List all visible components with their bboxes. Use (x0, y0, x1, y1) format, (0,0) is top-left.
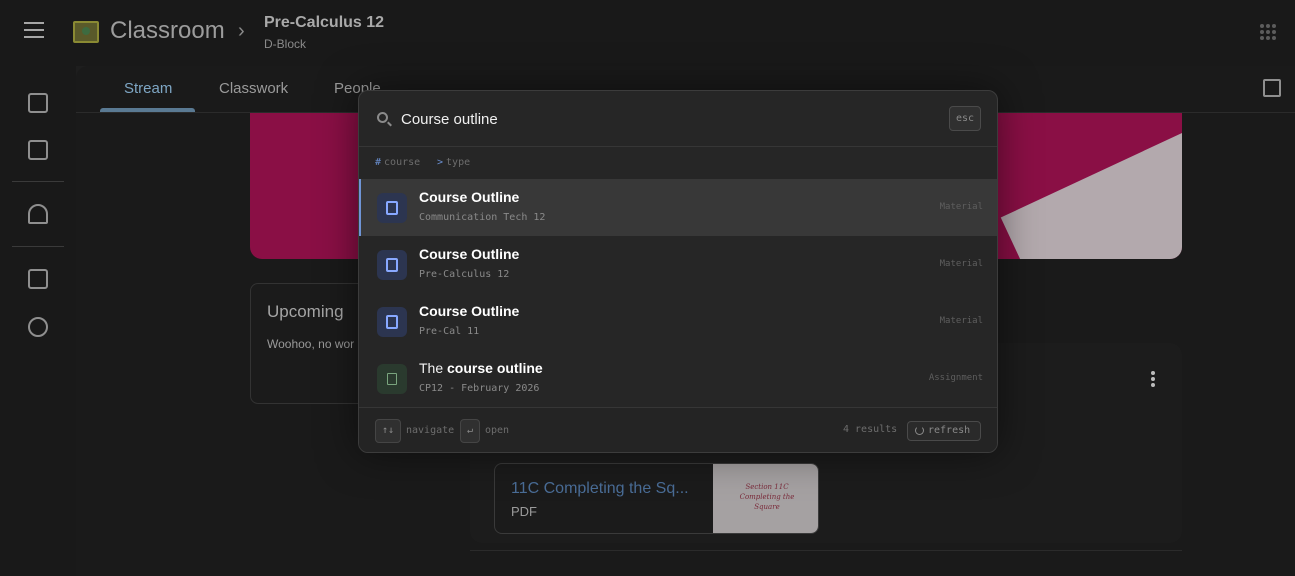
navigate-key-icon: ↑↓ (375, 419, 401, 443)
filter-type[interactable]: > type (437, 157, 470, 168)
material-icon (377, 307, 407, 337)
divider (470, 550, 1182, 551)
result-kind: Material (939, 202, 983, 212)
thumbnail-handwriting: Section 11C Completing the Square (739, 483, 795, 511)
search-result[interactable]: Course Outline Pre-Cal 11 Material (359, 293, 997, 350)
upcoming-text: Woohoo, no wor (267, 337, 355, 351)
calendar-icon[interactable] (28, 140, 48, 160)
attachment-title[interactable]: 11C Completing the Sq... (511, 480, 689, 498)
classroom-app: Classroom › Pre-Calculus 12 D-Block Stre… (0, 0, 1295, 576)
material-icon (377, 193, 407, 223)
calendar-icon[interactable] (1263, 79, 1281, 97)
tab-classwork[interactable]: Classwork (219, 80, 288, 97)
enrolled-icon[interactable] (28, 204, 48, 224)
more-options-icon[interactable] (1151, 371, 1157, 389)
main-menu-icon[interactable] (24, 22, 48, 44)
refresh-button[interactable]: refresh (907, 421, 981, 441)
filter-course[interactable]: # course (375, 157, 420, 168)
attachment-type: PDF (511, 504, 537, 519)
search-icon (377, 112, 388, 123)
search-input[interactable] (401, 108, 941, 130)
refresh-label: refresh (928, 425, 971, 436)
enter-key-icon: ↵ (460, 419, 480, 443)
attachment-card[interactable]: 11C Completing the Sq... PDF Section 11C… (494, 463, 819, 534)
result-course: CP12 - February 2026 (419, 383, 540, 394)
open-hint: open (485, 425, 510, 436)
result-kind: Material (939, 316, 983, 326)
google-apps-icon[interactable] (1260, 24, 1276, 40)
result-title: Course Outline (419, 189, 520, 205)
result-title: Course Outline (419, 303, 520, 319)
course-title[interactable]: Pre-Calculus 12 (264, 14, 384, 32)
search-palette: esc #course >type Course Outline Communi… (358, 90, 998, 453)
esc-button[interactable]: esc (949, 106, 981, 131)
archive-icon[interactable] (28, 269, 48, 289)
settings-icon[interactable] (28, 317, 48, 337)
app-title[interactable]: Classroom (110, 17, 225, 45)
breadcrumb-chevron-icon: › (238, 20, 245, 42)
result-kind: Assignment (928, 373, 983, 383)
refresh-icon (915, 426, 924, 435)
classroom-logo-icon[interactable] (73, 21, 99, 43)
palette-footer: ↑↓ navigate ↵ open 4 results refresh (359, 407, 997, 452)
active-tab-indicator (100, 108, 195, 112)
sidebar (0, 66, 76, 576)
material-icon (377, 250, 407, 280)
result-course: Communication Tech 12 (419, 212, 546, 223)
home-icon[interactable] (28, 93, 48, 113)
navigate-hint: navigate (406, 425, 455, 436)
course-section: D-Block (264, 37, 307, 51)
tab-stream[interactable]: Stream (124, 80, 172, 97)
result-title: Course Outline (419, 246, 520, 262)
search-bar: esc (359, 91, 997, 147)
search-result[interactable]: The course outline CP12 - February 2026 … (359, 350, 997, 407)
result-kind: Material (939, 259, 983, 269)
search-result[interactable]: Course Outline Communication Tech 12 Mat… (359, 179, 997, 236)
result-count: 4 results (843, 424, 898, 435)
sidebar-divider (12, 181, 64, 182)
banner-illustration (1000, 133, 1182, 259)
sidebar-divider (12, 246, 64, 247)
result-title: The course outline (419, 360, 543, 376)
filter-hints: # course > type (359, 147, 997, 179)
search-result[interactable]: Course Outline Pre-Calculus 12 Material (359, 236, 997, 293)
top-app-bar: Classroom › Pre-Calculus 12 D-Block (0, 0, 1295, 66)
upcoming-title: Upcoming (267, 302, 344, 321)
attachment-thumbnail[interactable]: Section 11C Completing the Square (713, 464, 818, 533)
assignment-icon (377, 364, 407, 394)
result-course: Pre-Cal 11 (419, 326, 480, 337)
result-course: Pre-Calculus 12 (419, 269, 510, 280)
